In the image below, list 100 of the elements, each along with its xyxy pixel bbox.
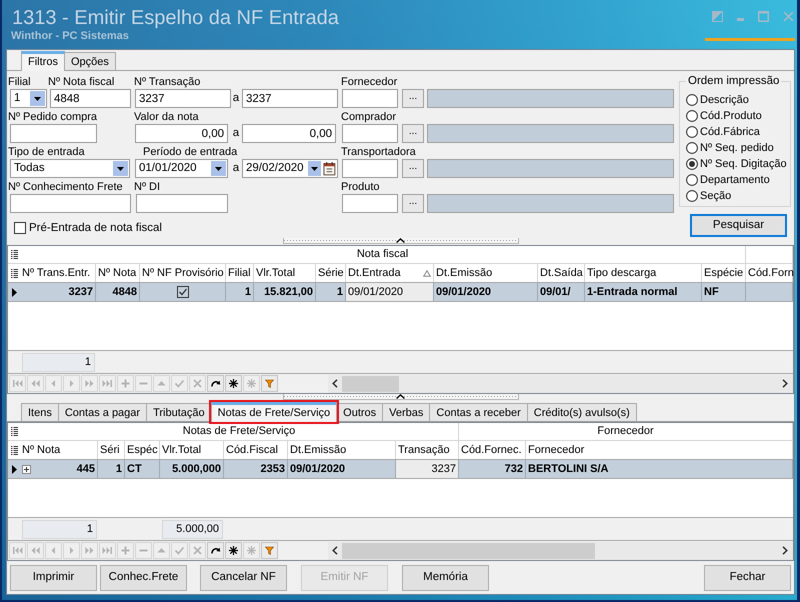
filter-button[interactable] [261,542,278,559]
freight-bill-field[interactable] [10,194,131,213]
refresh-button[interactable] [207,542,224,559]
radio-option[interactable]: Seção [686,188,788,204]
calendar-icon[interactable] [323,161,336,176]
dropdown-button[interactable] [211,161,226,176]
entry-type-dropdown[interactable]: Todas [10,159,130,178]
checkbox-icon[interactable] [176,286,188,298]
tab[interactable]: Notas de Frete/Serviço [210,402,338,422]
tab[interactable]: Contas a pagar [58,403,148,421]
dropdown-button[interactable] [113,161,128,176]
column-header[interactable]: Séri [98,441,125,459]
memory-button[interactable]: Memória [402,564,489,590]
horizontal-scrollbar[interactable] [328,374,793,392]
list-icon[interactable] [10,446,18,454]
cancel-invoice-button[interactable]: Cancelar NF [200,564,287,590]
splitter-handle[interactable] [282,394,518,400]
column-header[interactable]: Nº Trans.Entr. [20,264,96,282]
horizontal-scrollbar[interactable] [328,542,793,560]
column-header[interactable]: Dt.Entrada [346,264,434,282]
column-header[interactable]: Fornecedor [526,441,793,459]
lookup-button[interactable]: ... [402,194,424,213]
column-header[interactable]: Nº NF Provisório [140,264,226,282]
scrollbar-thumb[interactable] [342,376,399,392]
list-icon[interactable] [10,427,18,436]
lookup-button[interactable]: ... [402,89,424,108]
print-button[interactable]: Imprimir [10,564,97,590]
close-button[interactable]: Fechar [704,564,791,590]
dropdown-button[interactable] [30,91,45,106]
half-filled-square-icon[interactable] [712,11,723,22]
search-button[interactable]: Pesquisar [690,214,787,237]
column-header[interactable]: Espéc [125,441,160,459]
amount-to-field[interactable]: 0,00 [242,124,336,143]
scrollbar-thumb[interactable] [342,542,595,558]
column-header[interactable]: Transação [396,441,459,459]
supplier-code-field[interactable] [342,89,398,108]
column-header[interactable]: Filial [226,264,254,282]
date-to-dropdown[interactable]: 29/02/2020 [242,159,338,178]
tab[interactable]: Opções [64,52,116,70]
invoice-number-field[interactable]: 4848 [50,89,131,108]
radio-option[interactable]: Cód.Produto [686,108,788,124]
column-header[interactable]: Dt.Saída [538,264,585,282]
lookup-button[interactable]: ... [402,124,424,143]
transaction-to-field[interactable]: 3237 [242,89,338,108]
list-icon[interactable] [10,268,18,278]
filter-button[interactable] [261,375,278,392]
tab[interactable]: Contas a receber [429,403,528,421]
column-header[interactable]: Nº Nota [20,441,98,459]
tab[interactable]: Verbas [382,403,430,421]
tab[interactable]: Tributação [146,403,212,421]
column-header[interactable]: Tipo descarga [585,264,702,282]
table-row[interactable]: 3237 4848 1 15.821,00 1 09/01/2020 09/01/2020 09/01/ 1-Entrada normal NF [8,283,793,302]
amount-from-field[interactable]: 0,00 [135,124,228,143]
set-bookmark-button[interactable] [225,542,242,559]
product-code-field[interactable] [342,194,398,213]
carrier-code-field[interactable] [342,159,398,178]
table-cell: 1-Entrada normal [585,283,702,301]
minimize-icon[interactable] [737,18,744,21]
splitter-handle[interactable] [282,238,518,244]
maximize-icon[interactable] [758,11,769,22]
column-header[interactable]: Cód.Fiscal [224,441,288,459]
list-icon[interactable] [10,250,18,259]
buyer-code-field[interactable] [342,124,398,143]
branch-dropdown[interactable]: 1 [10,89,47,108]
radio-option[interactable]: Departamento [686,172,788,188]
chevron-right-icon [782,379,788,388]
table-row[interactable]: 445 1 CT 5.000,000 2353 09/01/2020 3237 732 BERTOLINI S/A [8,460,793,479]
tab[interactable]: Filtros [21,51,65,71]
tab[interactable]: Itens [21,403,59,421]
checkbox-icon[interactable] [14,222,26,234]
checkbox-option[interactable]: Pré-Entrada de nota fiscal [14,221,162,235]
column-header[interactable]: Vlr.Total [160,441,224,459]
column-header[interactable]: Dt.Emissão [288,441,396,459]
column-header[interactable]: Nº Nota [96,264,140,282]
tab[interactable]: Crédito(s) avulso(s) [526,403,637,421]
freight-bill-button[interactable]: Conhec.Frete [100,564,187,590]
radio-option[interactable]: Descrição [686,92,788,108]
purchase-order-field[interactable] [10,124,97,143]
refresh-button[interactable] [207,375,224,392]
fast-forward-icon [84,378,95,389]
set-bookmark-button[interactable] [225,375,242,392]
chevron-left-icon [332,379,338,388]
expand-icon[interactable] [22,464,31,474]
chevron-right-icon [782,546,788,555]
import-declaration-field[interactable] [136,194,228,213]
column-header[interactable]: Cód.Fornec. [459,441,526,459]
column-header[interactable]: Cód.Forn [746,264,793,282]
dropdown-button[interactable] [308,161,322,176]
close-icon[interactable] [783,11,794,22]
column-header[interactable]: Espécie [702,264,746,282]
radio-option[interactable]: Nº Seq. Digitação [686,156,788,172]
lookup-button[interactable]: ... [402,159,424,178]
column-header[interactable]: Vlr.Total [254,264,316,282]
tab[interactable]: Outros [336,403,384,421]
date-from-dropdown[interactable]: 01/01/2020 [135,159,228,178]
column-header[interactable]: Dt.Emissão [434,264,538,282]
transaction-from-field[interactable]: 3237 [135,89,231,108]
radio-option[interactable]: Cód.Fábrica [686,124,788,140]
radio-option[interactable]: Nº Seq. pedido [686,140,788,156]
column-header[interactable]: Série [316,264,346,282]
